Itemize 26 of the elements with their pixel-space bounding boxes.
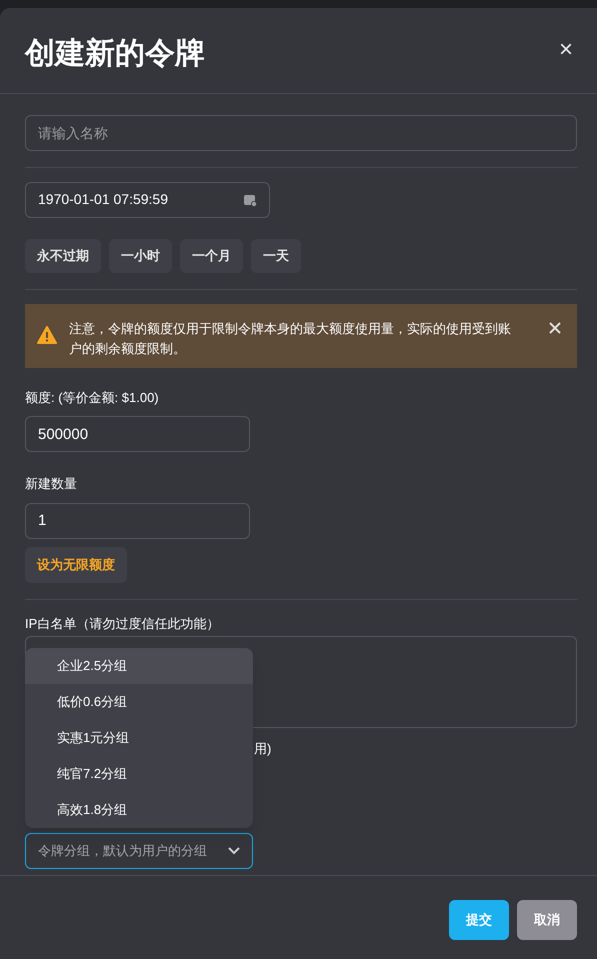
warning-text: 注意，令牌的额度仅用于限制令牌本身的最大额度使用量，实际的使用受到账户的剩余额度限制。 — [69, 320, 512, 358]
count-input[interactable]: 1 — [25, 502, 250, 539]
field-label: 额度: (等价金额: $1.00) — [25, 388, 160, 407]
field-label: 新建数量 — [25, 475, 78, 494]
unlimited-quota-button[interactable]: 设为无限额度 — [25, 546, 127, 583]
close-button[interactable] — [549, 322, 561, 334]
expiry-preset-button[interactable]: 一天 — [251, 238, 301, 273]
quota-input[interactable]: 500000 — [25, 416, 250, 452]
expiry-preset-button[interactable]: 永不过期 — [25, 238, 101, 273]
expiry-preset-button[interactable]: 一个月 — [180, 238, 243, 273]
date-input[interactable]: 1970-01-01 07:59:59 — [25, 182, 270, 218]
warning-icon — [37, 326, 57, 344]
group-select[interactable]: 令牌分组，默认为用户的分组 — [25, 832, 253, 869]
expiry-preset-button[interactable]: 一小时 — [109, 238, 172, 273]
chevron-down-icon — [228, 846, 240, 855]
calendar-icon — [243, 192, 257, 207]
close-button[interactable]: × — [558, 38, 573, 62]
dropdown-option[interactable]: 实惠1元分组 — [25, 720, 253, 756]
dropdown-option[interactable]: 高效1.8分组 — [25, 792, 253, 828]
dialog-title: 创建新的令牌 — [25, 36, 205, 72]
field-label: 用) — [254, 740, 272, 758]
dropdown-option[interactable]: 企业2.5分组 — [25, 648, 253, 684]
dropdown-option[interactable]: 纯官7.2分组 — [25, 756, 253, 792]
field-label: IP白名单（请勿过度信任此功能） — [25, 614, 220, 633]
dropdown-option[interactable]: 低价0.6分组 — [25, 684, 253, 720]
name-input[interactable]: 请输入名称 — [25, 114, 577, 151]
